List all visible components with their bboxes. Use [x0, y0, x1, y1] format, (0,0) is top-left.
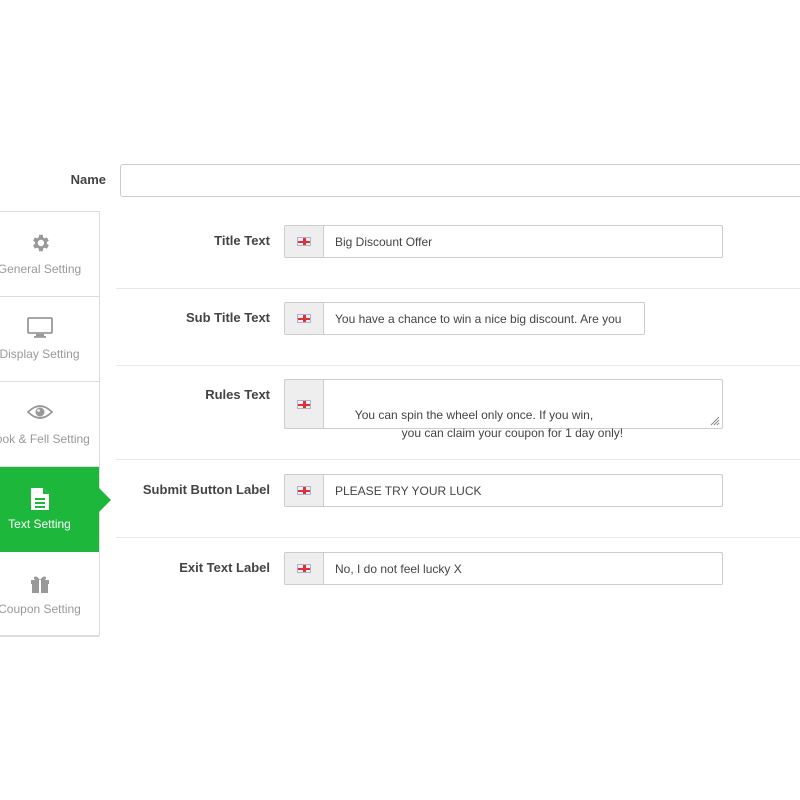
uk-flag-icon [297, 486, 311, 495]
tab-display-setting[interactable]: Display Setting [0, 297, 99, 382]
language-addon[interactable] [285, 226, 324, 257]
rules-text-row: Rules Text You can spin the wheel only o… [116, 379, 800, 440]
title-text-label: Title Text [214, 233, 270, 248]
divider [116, 288, 800, 289]
active-tab-arrow [99, 488, 111, 512]
tab-coupon-setting[interactable]: Coupon Setting [0, 552, 99, 637]
title-text-row: Title Text Big Discount Offer [116, 225, 800, 259]
document-icon [0, 487, 99, 511]
exit-text-label-field[interactable]: No, I do not feel lucky X [284, 552, 723, 585]
tab-look-and-feel-setting[interactable]: Look & Fell Setting [0, 382, 99, 467]
monitor-icon [0, 317, 99, 339]
eye-icon [0, 402, 99, 422]
tab-general-setting[interactable]: General Setting [0, 212, 99, 297]
gift-icon [0, 572, 99, 594]
language-addon[interactable] [285, 553, 324, 584]
settings-tabs: General Setting Display Setting Look & F… [0, 211, 100, 637]
title-text-input[interactable]: Big Discount Offer [324, 226, 443, 257]
tab-label: Text Setting [8, 517, 71, 531]
language-addon[interactable] [285, 380, 324, 428]
sub-title-text-label: Sub Title Text [185, 310, 270, 325]
uk-flag-icon [297, 399, 311, 409]
name-input[interactable] [120, 164, 800, 197]
language-addon[interactable] [285, 475, 324, 506]
submit-button-label-input[interactable]: PLEASE TRY YOUR LUCK [324, 475, 493, 506]
exit-text-label-row: Exit Text Label No, I do not feel lucky … [116, 552, 800, 586]
submit-button-label-label: Submit Button Label [142, 482, 270, 497]
sub-title-text-field[interactable]: You have a chance to win a nice big disc… [284, 302, 645, 335]
uk-flag-icon [297, 564, 311, 573]
tab-text-setting[interactable]: Text Setting [0, 467, 99, 552]
rules-text-value: You can spin the wheel only once. If you… [354, 408, 624, 440]
divider [116, 365, 800, 366]
sub-title-text-input[interactable]: You have a chance to win a nice big disc… [324, 303, 644, 334]
uk-flag-icon [297, 237, 311, 246]
rules-text-label: Rules Text [205, 387, 270, 402]
uk-flag-icon [297, 314, 311, 323]
sub-title-text-row: Sub Title Text You have a chance to win … [116, 302, 800, 336]
exit-text-label-label: Exit Text Label [179, 560, 270, 575]
rules-text-field[interactable]: You can spin the wheel only once. If you… [284, 379, 723, 440]
exit-text-label-input[interactable]: No, I do not feel lucky X [324, 553, 473, 584]
language-addon[interactable] [285, 303, 324, 334]
submit-button-label-row: Submit Button Label PLEASE TRY YOUR LUCK [116, 474, 800, 508]
resize-handle-icon[interactable] [710, 416, 720, 426]
submit-button-label-field[interactable]: PLEASE TRY YOUR LUCK [284, 474, 723, 507]
divider [116, 459, 800, 460]
rules-text-textarea[interactable]: You can spin the wheel only once. If you… [324, 380, 722, 440]
tab-label: Look & Fell Setting [0, 432, 90, 446]
divider [116, 537, 800, 538]
title-text-field[interactable]: Big Discount Offer [284, 225, 723, 258]
gear-icon [0, 232, 99, 254]
tab-label: Coupon Setting [0, 602, 81, 616]
tab-label: Display Setting [0, 347, 80, 361]
tab-label: General Setting [0, 262, 82, 276]
name-label: Name [70, 172, 106, 187]
